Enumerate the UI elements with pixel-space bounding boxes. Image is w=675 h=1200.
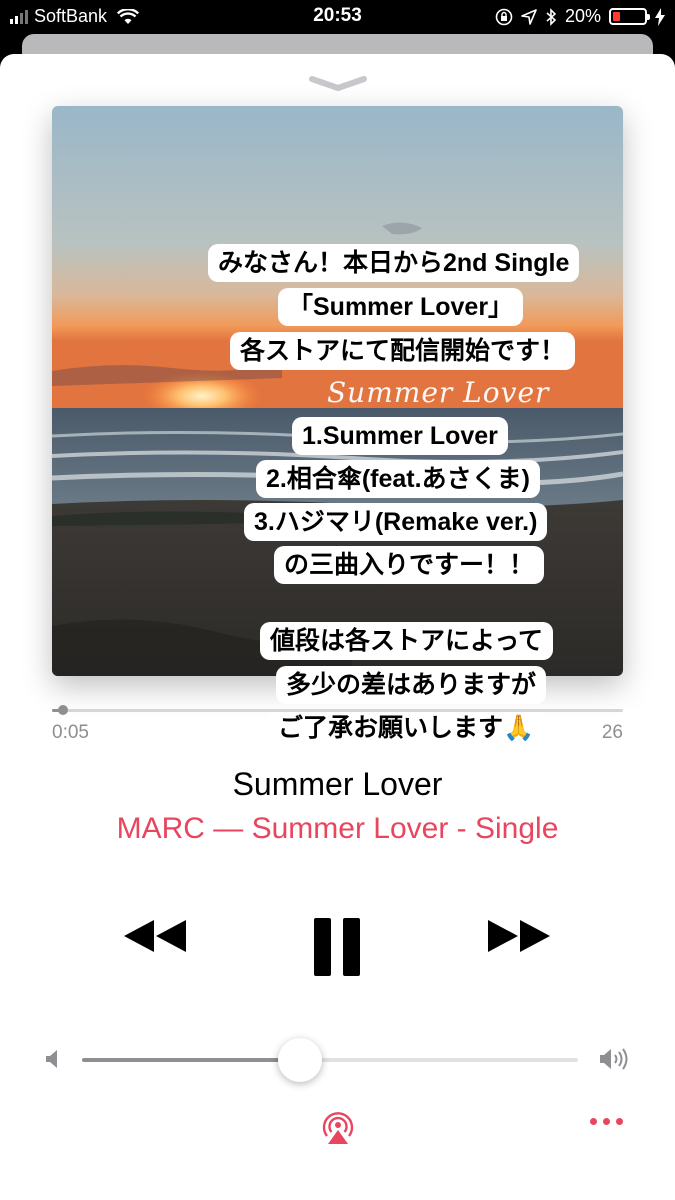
rewind-icon[interactable] xyxy=(122,916,188,956)
volume-knob[interactable] xyxy=(278,1038,323,1082)
caption-line: 値段は各ストアによって xyxy=(260,622,554,660)
bluetooth-icon xyxy=(546,7,557,26)
caption-line: みなさん！本日から2nd Single xyxy=(208,244,580,282)
caption-line: の三曲入りですー！！ xyxy=(274,546,545,584)
caption-line: 1.Summer Lover xyxy=(292,417,508,455)
remaining-time: 26 xyxy=(601,722,623,743)
rotation-lock-icon xyxy=(495,8,513,25)
battery-icon xyxy=(609,8,650,25)
caption-line: ご了承お願いします🙏 xyxy=(268,709,545,747)
caption-line: 「Summer Lover」 xyxy=(278,288,524,326)
pause-icon[interactable] xyxy=(312,916,362,978)
album-artwork: Summer Lover xyxy=(52,106,623,676)
fast-forward-icon[interactable] xyxy=(486,916,552,956)
status-bar: SoftBank 20:53 20% xyxy=(0,0,675,34)
more-icon[interactable] xyxy=(590,1118,623,1125)
speaker-low-icon xyxy=(46,1050,57,1068)
volume-fill xyxy=(82,1058,301,1062)
progress-slider[interactable] xyxy=(52,705,623,715)
volume-slider[interactable] xyxy=(82,1038,578,1082)
progress-knob[interactable] xyxy=(58,705,69,715)
caption-line: 2.相合傘(feat.あさくま) xyxy=(256,460,540,498)
track-subtitle[interactable]: MARC — Summer Lover - Single xyxy=(0,812,675,846)
airplay-icon[interactable] xyxy=(318,1106,358,1146)
artwork-script-title: Summer Lover xyxy=(327,376,550,409)
now-playing-sheet: Summer Lover みなさん！本日から2nd Single 「Summer… xyxy=(0,54,675,1200)
elapsed-time: 0:05 xyxy=(52,722,89,743)
chevron-down-icon[interactable] xyxy=(308,74,368,92)
caption-line: 3.ハジマリ(Remake ver.) xyxy=(244,503,548,541)
caption-line: 各ストアにて配信開始です！ xyxy=(230,332,576,370)
charging-icon xyxy=(655,7,665,26)
battery-percent: 20% xyxy=(564,6,601,26)
location-icon xyxy=(521,8,537,25)
track-title: Summer Lover xyxy=(232,766,443,802)
caption-line: 多少の差はありますが xyxy=(276,666,547,704)
speaker-high-icon xyxy=(600,1048,628,1070)
